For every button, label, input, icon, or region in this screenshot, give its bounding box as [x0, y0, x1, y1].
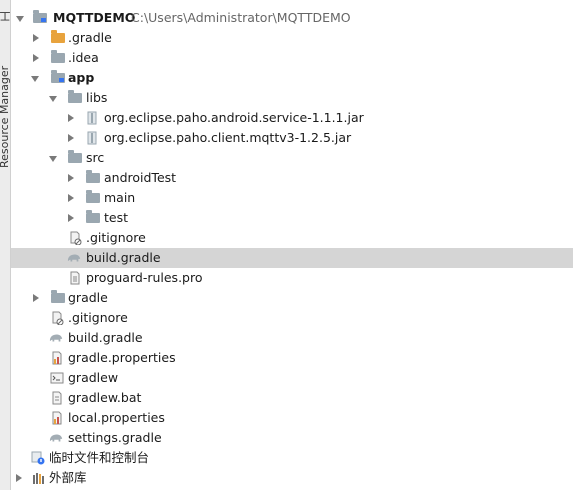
- tree-row-gradlew[interactable]: gradlew: [11, 368, 573, 388]
- tree-row-jar-mqttv3[interactable]: org.eclipse.paho.client.mqttv3-1.2.5.jar: [11, 128, 573, 148]
- chevron-right-icon[interactable]: [68, 194, 74, 202]
- tree-row-settings-gradle[interactable]: settings.gradle: [11, 428, 573, 448]
- tree-item-label: .gitignore: [68, 310, 128, 325]
- tree-item-label: src: [86, 150, 105, 165]
- tree-row-test[interactable]: test: [11, 208, 573, 228]
- jar-icon: [87, 111, 97, 125]
- tree-row-build-gradle[interactable]: build.gradle: [11, 328, 573, 348]
- tree-row-scratches[interactable]: 临时文件和控制台: [11, 448, 573, 468]
- tree-row-proguard[interactable]: proguard-rules.pro: [11, 268, 573, 288]
- tree-item-label: main: [104, 190, 136, 205]
- folder-icon: [86, 170, 100, 183]
- tree-item-label: .gradle: [68, 30, 112, 45]
- root-name: MQTTDEMO: [53, 10, 136, 25]
- module-folder-icon: [51, 70, 65, 83]
- tree-item-label: build.gradle: [86, 250, 161, 265]
- tree-row-jar-android-service[interactable]: org.eclipse.paho.android.service-1.1.1.j…: [11, 108, 573, 128]
- tree-row-idea[interactable]: .idea: [11, 48, 573, 68]
- chevron-right-icon[interactable]: [68, 214, 74, 222]
- tree-item-label: .gitignore: [86, 230, 146, 245]
- tree-item-label: gradle.properties: [68, 350, 176, 365]
- tree-item-label: local.properties: [68, 410, 165, 425]
- folder-icon: [68, 90, 82, 103]
- jar-icon: [87, 131, 97, 145]
- tree-item-label: settings.gradle: [68, 430, 162, 445]
- ignore-file-icon: [52, 311, 64, 325]
- gradle-elephant-icon: [49, 334, 63, 342]
- root-path: C:\Users\Administrator\MQTTDEMO: [131, 10, 351, 25]
- chevron-right-icon[interactable]: [33, 54, 39, 62]
- tree-item-label: androidTest: [104, 170, 177, 185]
- folder-icon: [51, 30, 65, 43]
- folder-icon: [51, 290, 65, 303]
- tree-item-label: test: [104, 210, 129, 225]
- chevron-right-icon[interactable]: [16, 474, 22, 482]
- tree-row-app[interactable]: app: [11, 68, 573, 88]
- tree-item-label: gradle: [68, 290, 108, 305]
- folder-icon: [68, 150, 82, 163]
- tree-item-label: 外部库: [49, 470, 87, 485]
- left-tool-strip: 工 Resource Manager: [0, 0, 12, 490]
- chevron-down-icon[interactable]: [31, 76, 39, 82]
- tree-item-label: 临时文件和控制台: [49, 450, 150, 465]
- tree-row-gradle-cache[interactable]: .gradle: [11, 28, 573, 48]
- external-libraries-icon: [33, 473, 44, 484]
- tree-item-label: org.eclipse.paho.android.service-1.1.1.j…: [104, 110, 364, 125]
- batch-file-icon: [52, 391, 62, 405]
- properties-file-icon: [52, 351, 62, 365]
- tree-row-libs[interactable]: libs: [11, 88, 573, 108]
- chevron-right-icon[interactable]: [68, 134, 74, 142]
- folder-icon: [51, 50, 65, 63]
- tree-item-label: build.gradle: [68, 330, 143, 345]
- tree-row-gitignore[interactable]: .gitignore: [11, 308, 573, 328]
- folder-icon: [86, 190, 100, 203]
- tree-item-label: org.eclipse.paho.client.mqttv3-1.2.5.jar: [104, 130, 352, 145]
- module-folder-icon: [33, 10, 47, 23]
- text-file-icon: [70, 271, 80, 285]
- chevron-right-icon[interactable]: [33, 34, 39, 42]
- tree-row-external-libraries[interactable]: 外部库: [11, 468, 573, 488]
- tree-item-label: gradlew: [68, 370, 119, 385]
- gradle-elephant-icon: [67, 254, 81, 262]
- chevron-right-icon[interactable]: [68, 174, 74, 182]
- tree-row-gradle-properties[interactable]: gradle.properties: [11, 348, 573, 368]
- chevron-right-icon[interactable]: [68, 114, 74, 122]
- tree-row-local-properties[interactable]: local.properties: [11, 408, 573, 428]
- chevron-down-icon[interactable]: [16, 16, 24, 22]
- properties-file-icon: [52, 411, 62, 425]
- tree-row-gradle-folder[interactable]: gradle: [11, 288, 573, 308]
- folder-icon: [86, 210, 100, 223]
- tree-row-app-gitignore[interactable]: .gitignore: [11, 228, 573, 248]
- chevron-down-icon[interactable]: [49, 156, 57, 162]
- tree-item-label: libs: [86, 90, 108, 105]
- shell-script-icon: [50, 372, 64, 384]
- tree-item-label: app: [68, 70, 95, 85]
- chevron-down-icon[interactable]: [49, 96, 57, 102]
- scratches-icon: [31, 451, 45, 465]
- chevron-right-icon[interactable]: [33, 294, 39, 302]
- tree-item-label: proguard-rules.pro: [86, 270, 203, 285]
- tree-row-root[interactable]: MQTTDEMO C:\Users\Administrator\MQTTDEMO: [11, 8, 573, 28]
- ignore-file-icon: [70, 231, 82, 245]
- gradle-elephant-icon: [49, 434, 63, 442]
- tree-item-label: .idea: [68, 50, 99, 65]
- tree-row-main[interactable]: main: [11, 188, 573, 208]
- tree-row-src[interactable]: src: [11, 148, 573, 168]
- tree-item-label: gradlew.bat: [68, 390, 142, 405]
- tree-row-app-build-gradle[interactable]: build.gradle: [11, 248, 573, 268]
- tree-row-gradlew-bat[interactable]: gradlew.bat: [11, 388, 573, 408]
- tree-row-androidtest[interactable]: androidTest: [11, 168, 573, 188]
